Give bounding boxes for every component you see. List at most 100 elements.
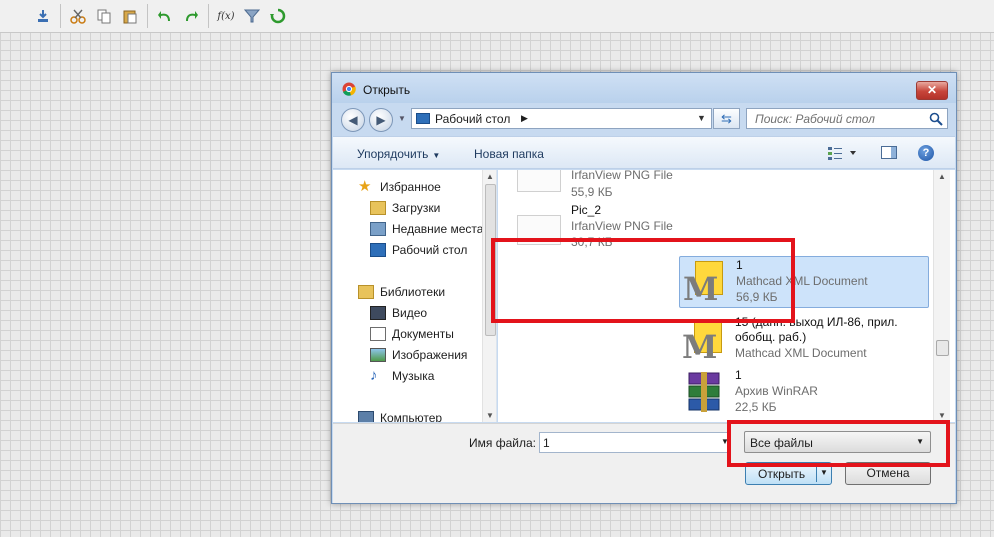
search-icon[interactable]	[929, 112, 943, 126]
download-icon[interactable]	[30, 4, 56, 28]
split-divider	[816, 465, 817, 482]
organize-button[interactable]: Упорядочить ▼	[357, 147, 440, 161]
scroll-up-icon[interactable]: ▲	[486, 172, 494, 181]
insert-function-button[interactable]: f(x)	[213, 4, 239, 28]
file-item[interactable]: M 15 (данн. выход ИЛ-86, прил. обобщ. ра…	[679, 315, 955, 373]
file-size: 22,5 КБ	[735, 400, 777, 414]
file-type: Архив WinRAR	[735, 384, 818, 398]
redo-icon[interactable]	[178, 4, 204, 28]
recent-locations-dropdown[interactable]: ▼	[398, 114, 406, 123]
address-current[interactable]: Рабочий стол	[435, 112, 510, 126]
recent-places-icon	[370, 222, 386, 236]
file-item[interactable]: IrfanView PNG File 55,9 КБ	[512, 170, 772, 204]
star-icon: ★	[358, 178, 372, 195]
annotation-highlight-file	[491, 238, 795, 323]
arrow-left-icon: ◀	[348, 113, 358, 127]
file-list-scroll-thumb[interactable]	[936, 340, 949, 356]
help-icon[interactable]: ?	[918, 145, 934, 161]
desktop-icon	[370, 243, 386, 257]
preview-pane-button[interactable]	[881, 146, 897, 159]
file-name: 1	[735, 368, 742, 382]
nav-item-label: Загрузки	[392, 201, 441, 215]
refresh-icon: ⇆	[721, 111, 732, 126]
filter-icon[interactable]	[239, 4, 265, 28]
scroll-down-icon[interactable]: ▼	[938, 411, 946, 420]
nav-item-label: Изображения	[392, 348, 468, 362]
view-icon	[828, 147, 856, 160]
copy-icon[interactable]	[91, 4, 117, 28]
toolbar-divider	[60, 4, 61, 28]
recalculate-icon[interactable]	[265, 4, 291, 28]
open-options-dropdown[interactable]: ▼	[820, 468, 828, 477]
address-dropdown-icon[interactable]: ▼	[697, 113, 706, 123]
chevron-down-icon: ▼	[432, 151, 441, 160]
nav-computer[interactable]: Компьютер	[358, 408, 442, 422]
search-placeholder: Поиск: Рабочий стол	[755, 112, 875, 126]
nav-item-video[interactable]: Видео	[370, 303, 427, 323]
nav-computer-label: Компьютер	[380, 411, 443, 422]
breadcrumb-arrow-icon[interactable]: ▶	[521, 113, 528, 124]
open-label: Открыть	[758, 467, 806, 481]
music-icon: ♪	[370, 367, 378, 384]
toolbar-separator-handle	[4, 4, 30, 28]
chrome-icon	[342, 82, 356, 96]
file-item[interactable]: 1 Архив WinRAR 22,5 КБ	[679, 368, 939, 422]
nav-favorites[interactable]: ★ Избранное	[358, 177, 441, 197]
app-toolbar: f(x)	[0, 0, 994, 33]
pictures-icon	[370, 348, 386, 362]
nav-libraries-label: Библиотеки	[380, 285, 446, 299]
libraries-icon	[358, 285, 374, 299]
paste-icon[interactable]	[117, 4, 143, 28]
back-button[interactable]: ◀	[341, 108, 365, 132]
nav-item-pictures[interactable]: Изображения	[370, 345, 467, 365]
filename-label: Имя файла:	[469, 436, 536, 450]
mathcad-file-icon: M	[682, 319, 726, 363]
nav-item-downloads[interactable]: Загрузки	[370, 198, 440, 218]
file-size: 55,9 КБ	[571, 185, 613, 199]
refresh-button[interactable]: ⇆	[713, 108, 740, 129]
file-type: IrfanView PNG File	[571, 170, 673, 182]
close-button[interactable]: ✕	[916, 81, 948, 100]
fx-label: f(x)	[217, 10, 235, 22]
nav-item-label: Видео	[392, 306, 428, 320]
organize-label: Упорядочить	[357, 147, 429, 161]
dialog-titlebar[interactable]: Открыть ✕	[332, 73, 956, 103]
new-folder-button[interactable]: Новая папка	[474, 147, 544, 161]
nav-item-label: Недавние места	[392, 222, 484, 236]
image-thumbnail-icon	[517, 170, 561, 192]
toolbar-divider	[208, 4, 209, 28]
nav-libraries[interactable]: Библиотеки	[358, 282, 445, 302]
nav-item-recent[interactable]: Недавние места	[370, 219, 483, 239]
command-bar: Упорядочить ▼ Новая папка ?	[333, 136, 955, 169]
filename-value[interactable]: 1	[543, 436, 550, 450]
nav-item-documents[interactable]: Документы	[370, 324, 454, 344]
dialog-title: Открыть	[363, 83, 411, 97]
file-type: Mathcad XML Document	[735, 346, 867, 360]
address-bar[interactable]: Рабочий стол ▶ ▼	[411, 108, 712, 129]
computer-icon	[358, 411, 374, 422]
nav-item-label: Рабочий стол	[392, 243, 468, 257]
change-view-button[interactable]	[827, 145, 857, 164]
documents-icon	[370, 327, 386, 341]
annotation-highlight-filter	[727, 420, 950, 467]
cut-icon[interactable]	[65, 4, 91, 28]
nav-item-label: Музыка	[392, 369, 435, 383]
nav-favorites-label: Избранное	[380, 180, 441, 194]
nav-item-music[interactable]: ♪ Музыка	[370, 366, 434, 386]
nav-item-desktop[interactable]: Рабочий стол	[370, 240, 467, 260]
arrow-right-icon: ▶	[376, 113, 386, 127]
scroll-down-icon[interactable]: ▼	[486, 411, 494, 420]
nav-item-label: Документы	[392, 327, 454, 341]
winrar-archive-icon	[687, 372, 721, 412]
navigation-pane: ★ Избранное Загрузки Недавние места Рабо…	[333, 170, 497, 422]
filename-input[interactable]: 1 ▼	[539, 432, 730, 453]
desktop-icon	[416, 113, 430, 124]
toolbar-divider	[147, 4, 148, 28]
scroll-up-icon[interactable]: ▲	[938, 172, 946, 181]
video-icon	[370, 306, 386, 320]
file-name: Pic_2	[571, 203, 602, 217]
undo-icon[interactable]	[152, 4, 178, 28]
file-list-scrollbar[interactable]: ▲ ▼	[933, 170, 950, 422]
search-input[interactable]: Поиск: Рабочий стол	[746, 108, 948, 129]
forward-button[interactable]: ▶	[369, 108, 393, 132]
